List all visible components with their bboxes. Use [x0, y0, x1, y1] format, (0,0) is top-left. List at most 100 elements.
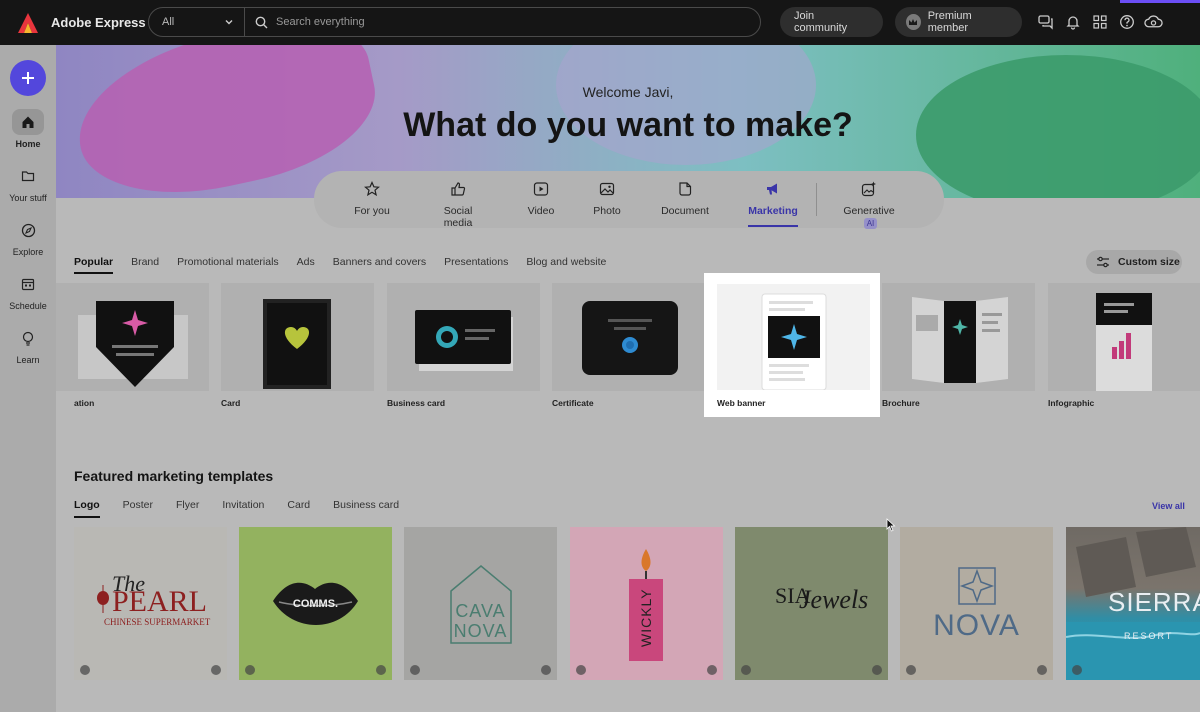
template-card-sia-jewels[interactable]: SIA Jewels	[735, 527, 888, 680]
template-card-sierra[interactable]: SIERRA RESORT	[1066, 527, 1200, 680]
template-card-cava-nova[interactable]: CAVA NOVA	[404, 527, 557, 680]
template-tile-business-card[interactable]	[387, 283, 540, 391]
template-label: Web banner	[717, 398, 766, 408]
sidebar-item-learn[interactable]: Learn	[0, 325, 56, 365]
template-label: ation	[74, 398, 95, 408]
template-tile-web-banner[interactable]: Web banner	[704, 273, 880, 417]
category-label: Document	[661, 205, 709, 217]
category-generative[interactable]: GenerativeAI	[836, 181, 902, 229]
card-text: PEARL	[112, 585, 208, 618]
featured-tab-poster[interactable]: Poster	[123, 499, 153, 518]
sidebar-item-label: Explore	[12, 247, 44, 257]
sidebar-item-label: Learn	[16, 355, 40, 365]
megaphone-icon	[748, 181, 798, 199]
card-text: SIERRA	[1108, 587, 1200, 617]
featured-tab-invitation[interactable]: Invitation	[222, 499, 264, 518]
featured-tab-flyer[interactable]: Flyer	[176, 499, 199, 518]
create-button[interactable]	[10, 60, 46, 96]
category-document[interactable]: Document	[660, 181, 710, 217]
category-label: For you	[354, 205, 390, 217]
category-social-media[interactable]: Social media	[428, 181, 488, 229]
lightbulb-icon	[12, 325, 44, 351]
help-icon[interactable]	[1117, 12, 1136, 31]
template-card-comms[interactable]: COMMS.	[239, 527, 392, 680]
creative-cloud-icon[interactable]	[1144, 12, 1163, 31]
featured-tab-logo[interactable]: Logo	[74, 499, 100, 518]
sidebar-item-explore[interactable]: Explore	[0, 217, 56, 257]
category-for-you[interactable]: For you	[354, 181, 390, 217]
invitation-thumbnail	[78, 301, 188, 387]
subtab-banners-and-covers[interactable]: Banners and covers	[333, 256, 426, 274]
search-scope-dropdown[interactable]: All	[149, 8, 245, 36]
category-video[interactable]: Video	[526, 181, 556, 217]
category-marketing[interactable]: Marketing	[748, 181, 798, 227]
featured-tab-business-card[interactable]: Business card	[333, 499, 399, 518]
folder-icon	[12, 163, 44, 189]
featured-tab-card[interactable]: Card	[287, 499, 310, 518]
brand-kit-icon	[245, 665, 255, 675]
category-label: Social media	[443, 205, 473, 229]
premium-member-button[interactable]: Premium member	[895, 7, 1022, 37]
apps-grid-icon[interactable]	[1090, 12, 1109, 31]
template-card-wickly[interactable]: WICKLY	[570, 527, 723, 680]
card-thumbnail	[263, 299, 331, 389]
premium-crown-icon	[211, 665, 221, 675]
sidebar-item-your-stuff[interactable]: Your stuff	[0, 163, 56, 203]
template-card-nova[interactable]: NOVA	[900, 527, 1053, 680]
template-label: Business card	[387, 398, 446, 408]
template-tile-card[interactable]	[221, 283, 374, 391]
brochure-thumbnail	[912, 297, 1008, 383]
star-icon	[354, 181, 390, 199]
adobe-express-logo-icon[interactable]	[17, 12, 39, 34]
chevron-down-icon	[225, 20, 233, 25]
join-community-button[interactable]: Join community	[780, 7, 883, 37]
brand-kit-icon	[741, 665, 751, 675]
card-text: NOVA	[933, 609, 1020, 642]
subtab-brand[interactable]: Brand	[131, 256, 159, 274]
bell-icon[interactable]	[1063, 12, 1082, 31]
page-headline: What do you want to make?	[403, 106, 853, 144]
premium-crown-icon	[376, 665, 386, 675]
search-input[interactable]	[268, 8, 760, 36]
category-bar: For you Social media Video Photo Documen…	[314, 171, 944, 229]
view-all-link[interactable]: View all	[1152, 501, 1185, 511]
template-card-pearl[interactable]: The PEARL CHINESE SUPERMARKET	[74, 527, 227, 680]
search-bar[interactable]: All	[148, 7, 761, 37]
brand-kit-icon	[1072, 665, 1082, 675]
home-icon	[12, 109, 44, 135]
template-label: Infographic	[1048, 398, 1095, 408]
business-card-thumbnail	[415, 310, 513, 371]
subtab-blog-and-website[interactable]: Blog and website	[526, 256, 606, 274]
chat-icon[interactable]	[1036, 12, 1055, 31]
template-label: Card	[221, 398, 241, 408]
template-tile-certificate[interactable]	[552, 283, 705, 391]
search-scope-label: All	[162, 16, 175, 28]
sidebar-item-schedule[interactable]: Schedule	[0, 271, 56, 311]
image-icon	[592, 181, 622, 199]
sparkle-image-icon	[836, 181, 902, 199]
subtab-popular[interactable]: Popular	[74, 256, 114, 274]
subtab-presentations[interactable]: Presentations	[444, 256, 508, 274]
custom-size-button[interactable]: Custom size	[1086, 250, 1182, 274]
subtab-promotional-materials[interactable]: Promotional materials	[177, 256, 279, 274]
category-label: Marketing	[748, 205, 798, 217]
card-text: NOVA	[453, 621, 508, 641]
infographic-thumbnail	[1096, 293, 1152, 391]
category-photo[interactable]: Photo	[592, 181, 622, 217]
subtab-ads[interactable]: Ads	[297, 256, 315, 274]
welcome-text: Welcome Javi,	[582, 84, 674, 100]
template-tile-brochure[interactable]	[882, 283, 1035, 391]
card-text: COMMS.	[292, 598, 339, 610]
card-text: CHINESE SUPERMARKET	[104, 617, 211, 627]
card-text: WICKLY	[638, 588, 654, 648]
template-tile-infographic[interactable]	[1048, 283, 1200, 391]
brand-kit-icon	[80, 665, 90, 675]
category-divider	[816, 183, 817, 216]
sidebar-item-home[interactable]: Home	[0, 109, 56, 149]
premium-crown-icon	[1037, 665, 1047, 675]
video-icon	[526, 181, 556, 199]
web-banner-thumbnail	[717, 284, 870, 391]
template-tile-invitation[interactable]	[56, 283, 209, 391]
thumbs-up-icon	[428, 181, 488, 199]
header-icons	[1036, 12, 1163, 31]
